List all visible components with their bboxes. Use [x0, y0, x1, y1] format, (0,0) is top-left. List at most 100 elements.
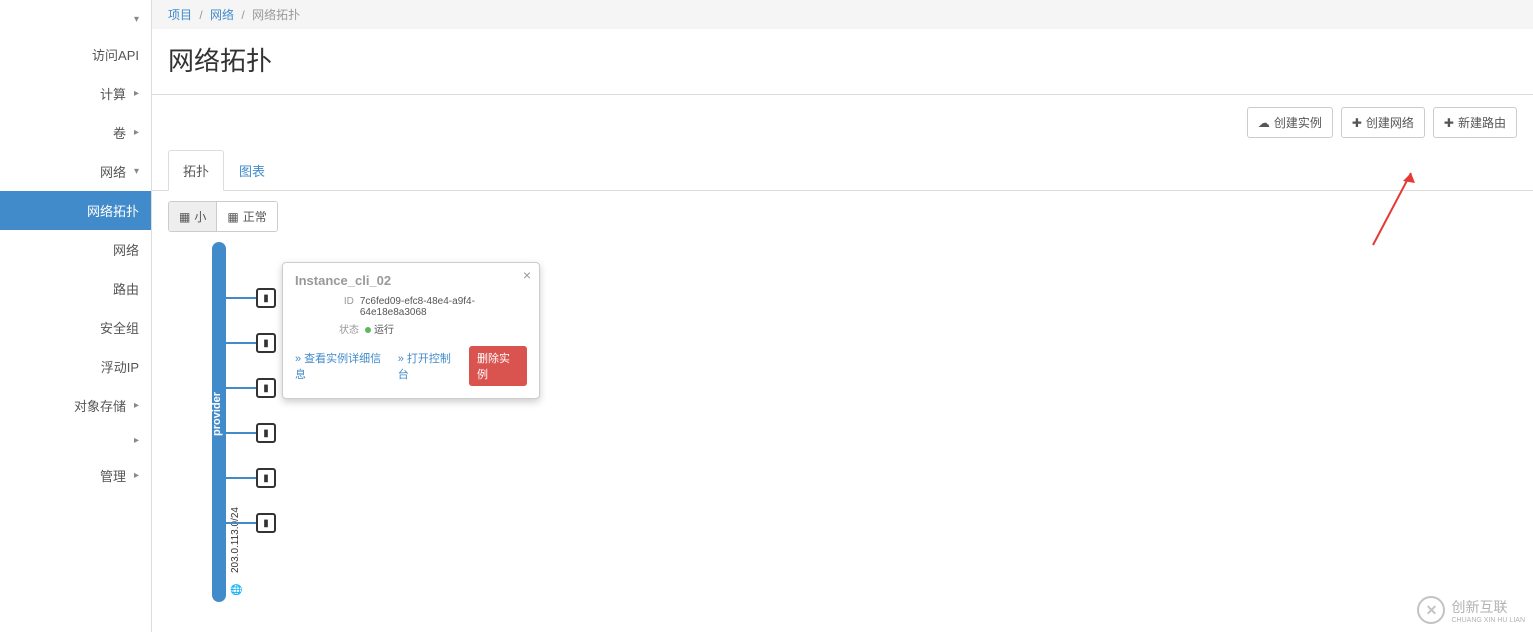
- connector-line: [226, 297, 256, 299]
- tab-graph[interactable]: 图表: [224, 150, 280, 191]
- create-router-button[interactable]: ✚ 新建路由: [1433, 107, 1517, 138]
- instance-icon: ▮: [256, 333, 276, 353]
- status-dot-icon: [365, 327, 371, 333]
- open-console-link[interactable]: » 打开控制台: [398, 350, 459, 382]
- id-label: ID: [295, 296, 354, 318]
- page-title: 网络拓扑: [168, 41, 1517, 78]
- instance-node[interactable]: ▮: [226, 378, 276, 398]
- breadcrumb-sep: /: [199, 8, 202, 22]
- popover-actions: » 查看实例详细信息 » 打开控制台 删除实例: [295, 346, 527, 386]
- chevron-right-icon: ▸: [134, 400, 139, 411]
- sidebar-item-network[interactable]: 网络 ▾: [0, 152, 151, 191]
- sidebar-item-label: 网络: [100, 162, 126, 181]
- launch-instance-button[interactable]: ☁ 创建实例: [1247, 107, 1333, 138]
- sidebar-item-volumes[interactable]: 卷 ▸: [0, 113, 151, 152]
- sidebar-item-label: 管理: [100, 466, 126, 485]
- create-network-button[interactable]: ✚ 创建网络: [1341, 107, 1425, 138]
- sidebar-item-label: 网络拓扑: [87, 201, 139, 220]
- plus-icon: ✚: [1444, 116, 1454, 130]
- sidebar-item-label: 计算: [100, 84, 126, 103]
- breadcrumb-project[interactable]: 项目: [168, 8, 192, 22]
- sidebar-item-routers[interactable]: 路由: [0, 269, 151, 308]
- sidebar-item-label: 网络: [113, 240, 139, 259]
- size-normal-button[interactable]: ▦ 正常: [216, 202, 276, 231]
- sidebar-item-label: 路由: [113, 279, 139, 298]
- main-content: 项目 / 网络 / 网络拓扑 网络拓扑 ☁ 创建实例 ✚ 创建网络 ✚ 新建路由: [152, 0, 1533, 632]
- topology-canvas: provider 203.0.113.0/24 🌐 ▮ ▮ ▮ ▮ ▮: [152, 242, 1533, 622]
- instance-icon: ▮: [256, 468, 276, 488]
- size-toolbar: ▦ 小 ▦ 正常: [152, 191, 1533, 242]
- chevron-right-icon: ▸: [134, 435, 139, 446]
- connector-line: [226, 477, 256, 479]
- sidebar-item-label: 浮动IP: [101, 357, 139, 376]
- breadcrumb-sep: /: [241, 8, 244, 22]
- connector-line: [226, 522, 256, 524]
- sidebar-item-admin[interactable]: 管理 ▸: [0, 456, 151, 495]
- instance-icon: ▮: [256, 288, 276, 308]
- sidebar-item-floating-ips[interactable]: 浮动IP: [0, 347, 151, 386]
- instance-node[interactable]: ▮: [226, 333, 276, 353]
- delete-instance-button[interactable]: 删除实例: [469, 346, 527, 386]
- size-small-button[interactable]: ▦ 小: [169, 202, 216, 231]
- sidebar-item-networks[interactable]: 网络: [0, 230, 151, 269]
- popover-row-id: ID 7c6fed09-efc8-48e4-a9f4-64e18e8a3068: [295, 296, 527, 318]
- status-text: 运行: [374, 325, 394, 336]
- sidebar-item-label: 卷: [113, 123, 126, 142]
- chevron-down-icon: ▾: [134, 166, 139, 177]
- watermark-text: 创新互联 CHUANG XIN HU LIAN: [1451, 597, 1525, 624]
- connector-line: [226, 387, 256, 389]
- view-details-link[interactable]: » 查看实例详细信息: [295, 350, 388, 382]
- instance-node[interactable]: ▮: [226, 513, 276, 533]
- size-toggle: ▦ 小 ▦ 正常: [168, 201, 278, 232]
- popover-row-status: 状态 运行: [295, 321, 527, 336]
- globe-icon: 🌐: [230, 585, 242, 596]
- breadcrumb-current: 网络拓扑: [252, 8, 300, 22]
- sidebar-item-unknown1[interactable]: ▸: [0, 425, 151, 456]
- instance-icon: ▮: [256, 513, 276, 533]
- sidebar-item-topology[interactable]: 网络拓扑: [0, 191, 151, 230]
- instance-node[interactable]: ▮: [226, 423, 276, 443]
- instance-node[interactable]: ▮: [226, 468, 276, 488]
- grid-icon: ▦: [227, 210, 238, 224]
- breadcrumb-network[interactable]: 网络: [210, 8, 234, 22]
- instance-node[interactable]: ▮: [226, 288, 276, 308]
- sidebar-item-security-groups[interactable]: 安全组: [0, 308, 151, 347]
- tabs: 拓扑 图表: [152, 150, 1533, 191]
- button-label: 正常: [243, 208, 267, 225]
- chevron-right-icon: ▸: [134, 470, 139, 481]
- button-label: 创建网络: [1366, 114, 1414, 131]
- sidebar-item-label: 安全组: [100, 318, 139, 337]
- popover-title: Instance_cli_02: [295, 273, 527, 288]
- sidebar-collapse-top[interactable]: ▾: [0, 4, 151, 35]
- button-label: 创建实例: [1274, 114, 1322, 131]
- chevron-right-icon: ▸: [134, 127, 139, 138]
- watermark-logo-icon: ✕: [1417, 596, 1445, 624]
- connector-line: [226, 342, 256, 344]
- instance-icon: ▮: [256, 378, 276, 398]
- cloud-upload-icon: ☁: [1258, 116, 1270, 130]
- sidebar-item-compute[interactable]: 计算 ▸: [0, 74, 151, 113]
- close-icon[interactable]: ×: [523, 267, 531, 283]
- action-bar: ☁ 创建实例 ✚ 创建网络 ✚ 新建路由: [152, 95, 1533, 150]
- breadcrumb: 项目 / 网络 / 网络拓扑: [152, 0, 1533, 29]
- id-value: 7c6fed09-efc8-48e4-a9f4-64e18e8a3068: [360, 296, 527, 318]
- status-value: 运行: [365, 321, 394, 336]
- instance-icon: ▮: [256, 423, 276, 443]
- grid-small-icon: ▦: [179, 210, 190, 224]
- connector-line: [226, 432, 256, 434]
- tab-topology[interactable]: 拓扑: [168, 150, 224, 191]
- sidebar-item-label: 访问API: [92, 45, 139, 64]
- chevron-down-icon: ▾: [134, 14, 139, 25]
- sidebar-item-object-storage[interactable]: 对象存储 ▸: [0, 386, 151, 425]
- watermark-label: 创新互联: [1451, 597, 1525, 617]
- watermark: ✕ 创新互联 CHUANG XIN HU LIAN: [1417, 596, 1525, 624]
- sidebar-item-api[interactable]: 访问API: [0, 35, 151, 74]
- status-label: 状态: [295, 321, 359, 336]
- page-header: 网络拓扑: [152, 29, 1533, 94]
- network-name-label: provider: [211, 392, 223, 436]
- button-label: 新建路由: [1458, 114, 1506, 131]
- watermark-sub: CHUANG XIN HU LIAN: [1451, 617, 1525, 624]
- button-label: 小: [194, 208, 206, 225]
- instance-popover: × Instance_cli_02 ID 7c6fed09-efc8-48e4-…: [282, 262, 540, 399]
- sidebar-item-label: 对象存储: [74, 396, 126, 415]
